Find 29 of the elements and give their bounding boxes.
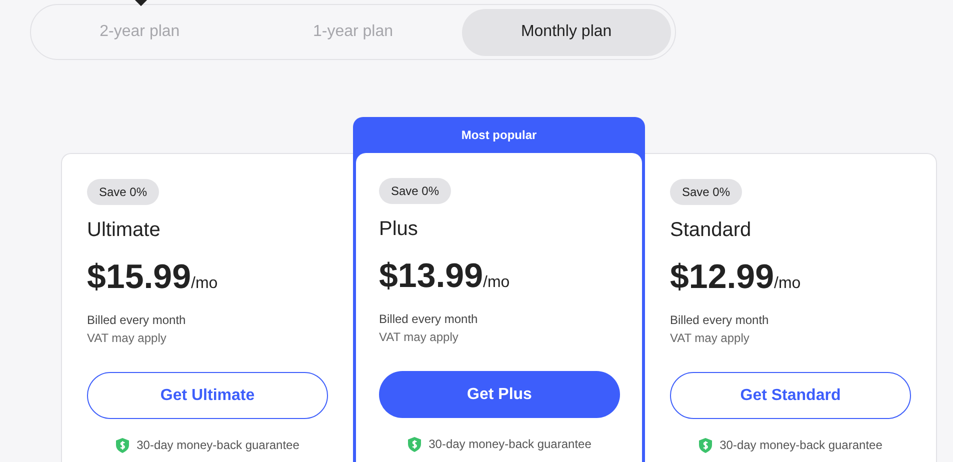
- plan-name: Plus: [379, 217, 419, 242]
- tax-note: VAT may apply: [379, 329, 460, 346]
- price-period: /mo: [774, 274, 801, 294]
- discount-badge: Save 0%: [379, 178, 452, 204]
- billing-note: Billed every month: [87, 312, 187, 329]
- price-period: /mo: [191, 274, 218, 294]
- discount-badge: Save 0%: [670, 179, 742, 205]
- price: $12.99: [670, 257, 774, 298]
- plan-name: Standard: [670, 218, 752, 243]
- get-plan-button[interactable]: Get Standard: [670, 372, 911, 419]
- shield-icon: [408, 436, 421, 452]
- price: $15.99: [87, 257, 191, 298]
- ribbon-label: Most popular: [460, 127, 538, 144]
- billing-note: Billed every month: [379, 311, 479, 328]
- discount-badge: Save 0%: [87, 179, 160, 205]
- plan-tab[interactable]: Monthly plan: [462, 8, 671, 56]
- guarantee-note: 30-day money-back guarantee: [720, 437, 882, 454]
- shield-icon: [698, 438, 712, 452]
- price-period: /mo: [483, 273, 510, 293]
- guarantee-note: 30-day money-back guarantee: [136, 437, 300, 454]
- price: $13.99: [379, 256, 483, 297]
- shield-icon: [116, 438, 129, 452]
- get-plan-button[interactable]: Get Plus: [379, 371, 620, 418]
- plan-name: Ultimate: [87, 218, 162, 243]
- get-plan-button[interactable]: Get Ultimate: [87, 372, 328, 419]
- guarantee-note: 30-day money-back guarantee: [428, 436, 592, 453]
- tax-note: VAT may apply: [87, 330, 168, 347]
- billing-note: Billed every month: [670, 312, 770, 329]
- tax-note: VAT may apply: [670, 330, 750, 347]
